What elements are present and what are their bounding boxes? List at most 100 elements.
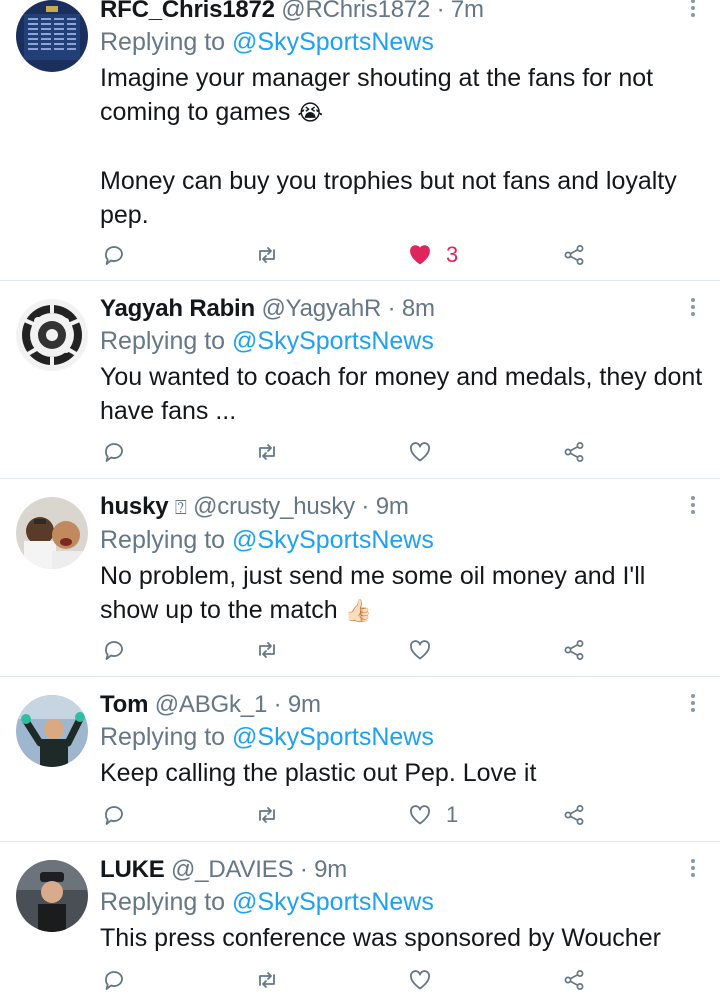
heart-icon [409, 805, 431, 825]
like-button[interactable]: 1 [408, 799, 458, 831]
tweet-paragraph: Money can buy you trophies but not fans … [100, 167, 677, 229]
share-button[interactable] [562, 799, 586, 831]
tweet-actions [100, 964, 620, 993]
tweet-header: husky ⍰ @crusty_husky · 9m [100, 491, 706, 524]
replying-to: Replying to @SkySportsNews [100, 886, 706, 919]
thumbs-up-emoji: 👍🏻 [344, 598, 372, 623]
tweet-header: RFC_Chris1872 @RChris1872 · 7m [100, 0, 706, 26]
timestamp[interactable]: 7m [451, 0, 484, 23]
tweet-item[interactable]: Yagyah Rabin @YagyahR · 8m Replying to @… [0, 281, 720, 479]
timestamp[interactable]: 9m [376, 493, 409, 520]
user-handle[interactable]: @ABGk_1 [155, 691, 268, 718]
display-name[interactable]: LUKE [100, 856, 165, 883]
retweet-icon [259, 444, 275, 460]
reply-button[interactable] [102, 436, 126, 468]
tweet-content: RFC_Chris1872 @RChris1872 · 7m Replying … [100, 0, 706, 232]
tweet-content: Yagyah Rabin @YagyahR · 8m Replying to @… [100, 293, 706, 428]
tweet-content: Tom @ABGk_1 · 9m Replying to @SkySportsN… [100, 689, 706, 790]
user-handle[interactable]: @YagyahR [261, 295, 381, 322]
user-handle[interactable]: @crusty_husky [193, 493, 355, 520]
reply-button[interactable] [102, 634, 126, 666]
like-count: 1 [446, 802, 459, 827]
reply-icon [105, 246, 123, 265]
tweet-text-line: No problem, just send me some oil money … [100, 562, 646, 624]
tweet-content: LUKE @_DAVIES · 9m Replying to @SkySport… [100, 854, 706, 955]
tweet-item[interactable]: Tom @ABGk_1 · 9m Replying to @SkySportsN… [0, 677, 720, 842]
retweet-button[interactable] [255, 436, 279, 468]
avatar[interactable] [16, 0, 88, 72]
retweet-icon [259, 972, 275, 988]
tweet-item[interactable]: RFC_Chris1872 @RChris1872 · 7m Replying … [0, 0, 720, 281]
display-name[interactable]: husky [100, 493, 169, 520]
separator-dot: · [436, 0, 445, 23]
avatar[interactable] [16, 497, 88, 569]
reply-target-link[interactable]: @SkySportsNews [232, 526, 434, 554]
share-icon [564, 245, 584, 265]
tweet-text: Keep calling the plastic out Pep. Love i… [100, 759, 537, 787]
tweet-text: Imagine your manager shouting at the fan… [100, 61, 706, 232]
retweet-icon [259, 247, 275, 263]
retweet-button[interactable] [255, 239, 279, 271]
avatar-image [16, 860, 88, 932]
share-icon [564, 805, 584, 825]
reply-target-link[interactable]: @SkySportsNews [232, 327, 434, 355]
tweet-text: No problem, just send me some oil money … [100, 559, 706, 628]
timestamp[interactable]: 9m [314, 856, 347, 883]
reply-feed: RFC_Chris1872 @RChris1872 · 7m Replying … [0, 0, 720, 993]
avatar-image [16, 695, 88, 767]
tweet-actions [100, 436, 620, 468]
share-button[interactable] [562, 239, 586, 271]
reply-button[interactable] [102, 964, 126, 993]
reply-target-link[interactable]: @SkySportsNews [232, 723, 434, 751]
separator-dot: · [299, 856, 308, 883]
avatar[interactable] [16, 695, 88, 767]
tweet-actions: 1 [100, 799, 620, 831]
avatar[interactable] [16, 299, 88, 371]
reply-button[interactable] [102, 239, 126, 271]
tweet-header: LUKE @_DAVIES · 9m [100, 854, 706, 886]
avatar-image [16, 0, 88, 72]
tweet-item[interactable]: husky ⍰ @crusty_husky · 9m Replying to @… [0, 479, 720, 677]
share-button[interactable] [562, 964, 586, 993]
user-handle[interactable]: @RChris1872 [281, 0, 430, 23]
tweet-actions [100, 634, 620, 666]
retweet-button[interactable] [255, 799, 279, 831]
like-count: 3 [446, 242, 459, 267]
reply-target-link[interactable]: @SkySportsNews [232, 888, 434, 916]
retweet-button[interactable] [255, 964, 279, 993]
separator-dot: · [387, 295, 396, 322]
heart-icon [409, 640, 431, 660]
avatar[interactable] [16, 860, 88, 932]
like-button[interactable]: 3 [408, 239, 458, 271]
timestamp[interactable]: 9m [288, 691, 321, 718]
reply-target-link[interactable]: @SkySportsNews [232, 28, 434, 56]
display-name[interactable]: Yagyah Rabin [100, 295, 255, 322]
tweet-text: This press conference was sponsored by W… [100, 924, 661, 952]
tweet-item[interactable]: LUKE @_DAVIES · 9m Replying to @SkySport… [0, 842, 720, 993]
replying-to: Replying to @SkySportsNews [100, 524, 706, 557]
like-button[interactable] [408, 436, 446, 468]
user-handle[interactable]: @_DAVIES [171, 856, 294, 883]
replying-to: Replying to @SkySportsNews [100, 26, 706, 59]
tweet-header: Tom @ABGk_1 · 9m [100, 689, 706, 721]
display-name[interactable]: RFC_Chris1872 [100, 0, 275, 23]
replying-to-label: Replying to [100, 888, 226, 916]
retweet-icon [259, 642, 275, 658]
display-name[interactable]: Tom [100, 691, 148, 718]
share-button[interactable] [562, 634, 586, 666]
heart-icon [410, 245, 430, 265]
tweet-text: You wanted to coach for money and medals… [100, 363, 703, 425]
separator-dot: · [361, 493, 370, 520]
reply-button[interactable] [102, 799, 126, 831]
tweet-actions: 3 [100, 239, 620, 271]
timestamp[interactable]: 8m [402, 295, 435, 322]
retweet-button[interactable] [255, 634, 279, 666]
replying-to-label: Replying to [100, 327, 226, 355]
like-button[interactable] [408, 634, 446, 666]
reply-icon [105, 443, 123, 462]
share-icon [564, 442, 584, 462]
share-button[interactable] [562, 436, 586, 468]
like-button[interactable] [408, 964, 446, 993]
tweet-paragraph: Imagine your manager shouting at the fan… [100, 61, 706, 130]
heart-icon [409, 442, 431, 462]
